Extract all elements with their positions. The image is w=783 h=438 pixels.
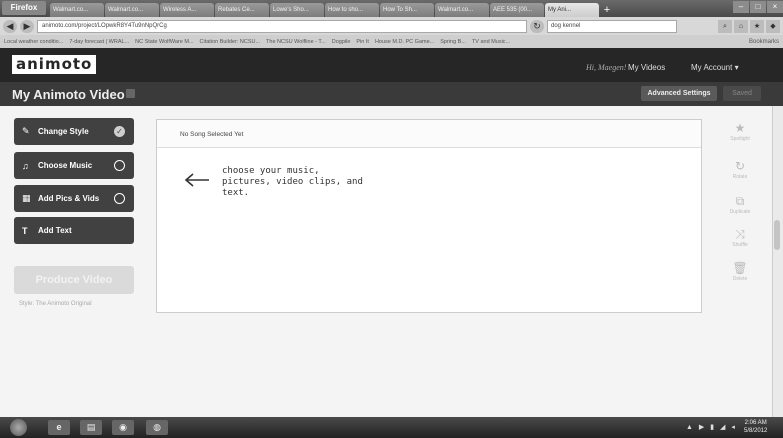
animoto-logo[interactable]: animoto [12,55,97,74]
browser-tab[interactable]: How To Sh... [380,3,434,17]
back-icon[interactable]: ◀ [3,19,17,33]
duplicate-icon: ⧉ [735,194,745,208]
forward-icon[interactable]: ▶ [20,19,34,33]
file-explorer-icon[interactable]: ▤ [80,420,102,435]
scrollbar-thumb[interactable] [774,220,780,250]
choose-music-button[interactable]: ♫ Choose Music [14,152,134,179]
firefox-taskbar-icon[interactable]: ◍ [146,420,168,435]
shuffle-icon: ⤨ [735,227,745,241]
browser-tab[interactable]: Walmart.co... [50,3,104,17]
addon-icon[interactable]: ◆ [766,19,780,33]
left-arrow-icon [184,173,209,187]
bookmark-item[interactable]: House M.D. PC Game... [375,39,434,45]
produce-video-button[interactable]: Produce Video [14,266,134,294]
delete-tool[interactable]: 🗑 Delete [724,261,756,283]
bookmark-item[interactable]: Dogpile [332,39,351,45]
pencil-icon: ✎ [22,126,30,136]
edit-title-icon[interactable] [126,89,135,98]
editor-panel[interactable] [156,119,702,313]
new-tab-button[interactable]: + [600,3,614,17]
close-icon[interactable]: × [767,1,783,13]
firefox-menu-button[interactable]: Firefox [2,1,46,15]
reload-icon[interactable]: ↻ [530,19,544,33]
media-player-icon[interactable]: ◉ [112,420,134,435]
saved-button: Saved [723,86,761,101]
scrollbar[interactable] [772,106,783,417]
bookmark-item[interactable]: 7-day forecast | WRAL... [69,39,129,45]
user-greeting: Hi, Maegen! [586,63,627,72]
song-label: No Song Selected Yet [180,131,244,138]
bookmark-icon[interactable]: ★ [750,19,764,33]
page-title[interactable]: My Animoto Video [12,87,125,102]
maximize-icon[interactable]: □ [750,1,766,13]
bookmark-item[interactable]: Pin It [356,39,369,45]
pictures-icon: ▦ [22,193,31,203]
my-account-menu[interactable]: My Account ▾ [691,63,739,72]
bookmark-item[interactable]: Local weather conditio... [4,39,63,45]
advanced-settings-button[interactable]: Advanced Settings [641,86,717,101]
rotate-icon: ↻ [734,159,746,173]
duplicate-tool[interactable]: ⧉ Duplicate [724,194,756,216]
star-icon: ★ [734,121,746,135]
clock[interactable]: 2:06 AM 5/8/2012 [744,419,767,435]
step-label: Choose Music [38,161,93,170]
step-label: Add Pics & Vids [38,194,100,203]
browser-tab[interactable]: AEE 535 (00... [490,3,544,17]
check-icon: ✓ [114,126,125,137]
radio-icon [114,160,125,171]
style-note: Style: The Animoto Original [19,301,92,307]
rotate-tool[interactable]: ↻ Rotate [724,159,756,181]
browser-tab[interactable]: Lowe's Sho... [270,3,324,17]
home-icon[interactable]: ⌂ [734,19,748,33]
bookmark-item[interactable]: The NCSU Wolfline - T... [266,39,326,45]
step-label: Add Text [38,226,72,235]
window-controls: – □ × [732,1,783,15]
browser-tab-active[interactable]: My Ani... [545,3,599,17]
step-label: Change Style [38,127,89,136]
site-header [0,48,783,82]
bookmark-item[interactable]: NC State WolfWare M... [135,39,193,45]
url-text: animoto.com/project/LOpwkR8Y4Tu9nNpQrCg [42,22,167,29]
url-input[interactable]: animoto.com/project/LOpwkR8Y4Tu9nNpQrCg [37,19,527,33]
start-button[interactable] [10,419,27,436]
browser-tab[interactable]: How to sho... [325,3,379,17]
bookmark-item[interactable]: Citation Builder: NCSU... [200,39,261,45]
browser-tab[interactable]: Walmart.co... [435,3,489,17]
instruction-text: choose your music, pictures, video clips… [222,166,363,198]
browser-tab-strip: Firefox Walmart.co... Walmart.co... Wire… [0,0,783,17]
browser-tab[interactable]: Walmart.co... [105,3,159,17]
add-pics-vids-button[interactable]: ▦ Add Pics & Vids [14,185,134,212]
add-text-button[interactable]: T Add Text [14,217,134,244]
navigation-bar: ◀ ▶ animoto.com/project/LOpwkR8Y4Tu9nNpQ… [0,17,783,35]
radio-icon [114,193,125,204]
browser-tab[interactable]: Wireless A... [160,3,214,17]
change-style-button[interactable]: ✎ Change Style ✓ [14,118,134,145]
text-icon: T [22,225,28,236]
bookmark-item[interactable]: TV and Music... [472,39,510,45]
my-videos-link[interactable]: My Videos [628,63,665,72]
system-tray[interactable]: ▲ ▶ ▮ ◢ ◂ [686,423,737,431]
internet-explorer-icon[interactable]: e [48,420,70,435]
search-icon[interactable]: ⌕ [718,19,732,33]
shuffle-tool[interactable]: ⤨ Shuffle [724,227,756,249]
bookmarks-bar: Local weather conditio... 7-day forecast… [0,35,783,48]
spotlight-tool[interactable]: ★ Spotlight [724,121,756,143]
minimize-icon[interactable]: – [733,1,749,13]
music-icon: ♫ [22,160,29,171]
search-input[interactable]: dog kennel [547,19,677,33]
bookmarks-menu[interactable]: Bookmarks [749,39,783,45]
browser-tab[interactable]: Rebates Ce... [215,3,269,17]
trash-icon: 🗑 [732,261,748,275]
bookmark-item[interactable]: Spring B... [440,39,466,45]
